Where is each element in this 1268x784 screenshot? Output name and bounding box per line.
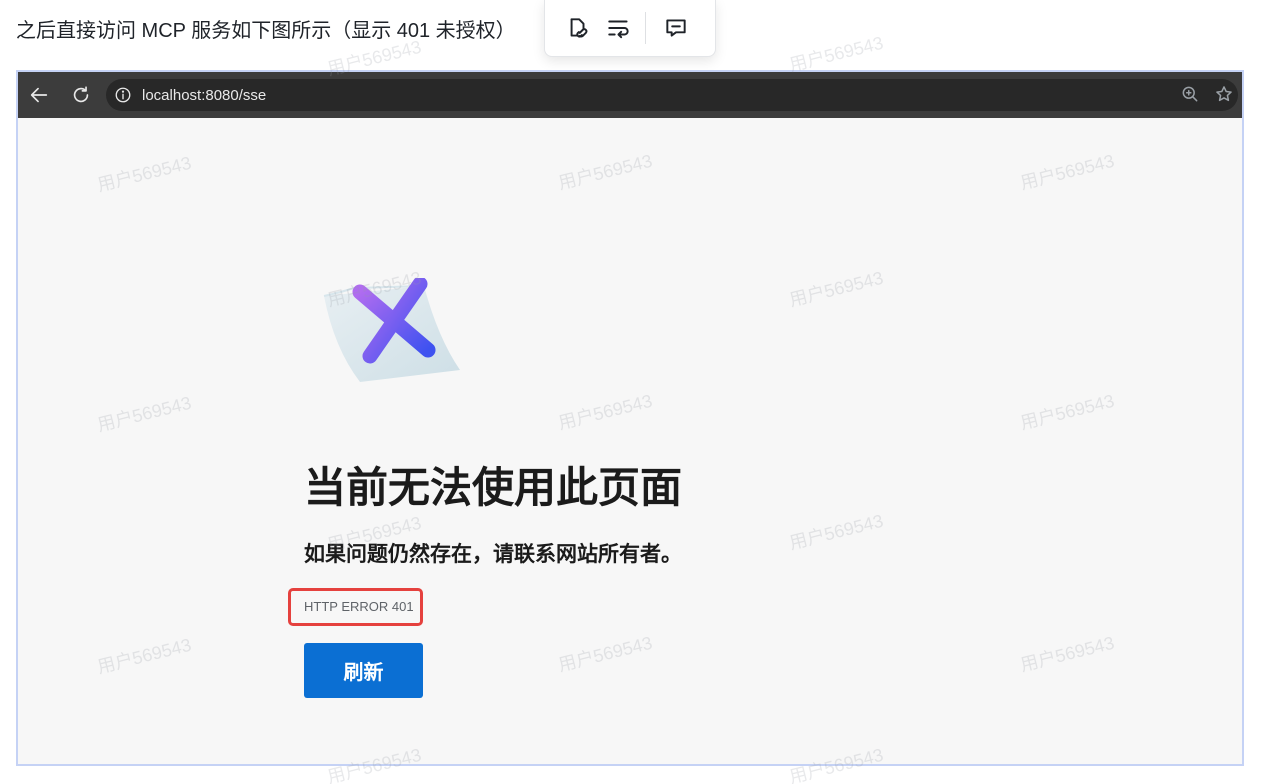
popover-divider <box>645 12 646 44</box>
copy-link-button[interactable] <box>559 10 595 46</box>
error-page: 当前无法使用此页面 如果问题仍然存在，请联系网站所有者。 HTTP ERROR … <box>20 118 1242 764</box>
embedded-browser-screenshot: localhost:8080/sse 当前无法使用此页面 如果问题仍然存在，请联… <box>16 70 1244 766</box>
reload-button[interactable] <box>66 80 96 110</box>
error-title: 当前无法使用此页面 <box>304 464 683 511</box>
wrap-text-button[interactable] <box>601 10 637 46</box>
error-subtitle: 如果问题仍然存在，请联系网站所有者。 <box>304 543 682 566</box>
wrap-text-icon <box>608 20 629 39</box>
reload-icon <box>73 86 89 103</box>
document-canvas: 之后直接访问 MCP 服务如下图所示（显示 401 未授权） localhost… <box>0 0 1268 784</box>
info-icon[interactable] <box>114 86 132 104</box>
address-url[interactable]: localhost:8080/sse <box>142 87 266 104</box>
refresh-button[interactable]: 刷新 <box>304 643 423 698</box>
comment-icon <box>666 19 686 37</box>
link-icon <box>570 18 588 38</box>
text-selection-popover <box>544 0 716 57</box>
intro-paragraph: 之后直接访问 MCP 服务如下图所示（显示 401 未授权） <box>16 20 516 42</box>
star-icon[interactable] <box>1214 84 1234 104</box>
zoom-icon[interactable] <box>1180 84 1200 104</box>
back-button[interactable] <box>24 80 54 110</box>
address-bar[interactable]: localhost:8080/sse <box>106 79 1238 111</box>
error-code: HTTP ERROR 401 <box>304 599 414 614</box>
browser-toolbar: localhost:8080/sse <box>18 72 1242 118</box>
error-x-icon <box>323 278 460 382</box>
back-arrow-icon <box>30 87 48 103</box>
add-comment-button[interactable] <box>658 10 694 46</box>
